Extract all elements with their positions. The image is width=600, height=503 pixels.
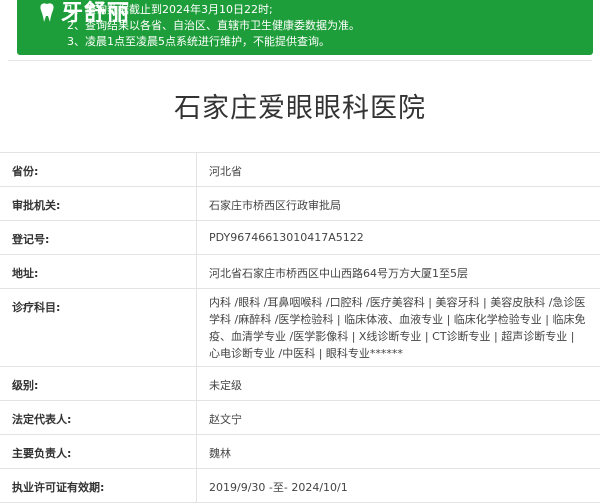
notice-line: 1、查询数据截止到2024年3月10日22时; [67, 3, 273, 16]
field-value-legal-rep: 赵文宁 [196, 401, 600, 434]
field-label-province: 省份: [12, 165, 39, 178]
info-table: 省份: 河北省 审批机关: 石家庄市桥西区行政审批局 登记号: PDY96746… [0, 152, 600, 503]
field-label-authority: 审批机关: [12, 199, 61, 212]
notice-banner: 牙舒丽 1、查询数据截止到2024年3月10日22时; 2、查询结果以各省、自治… [17, 0, 593, 55]
tooth-icon [40, 3, 54, 22]
table-row: 主要负责人: 魏林 [0, 435, 600, 469]
table-row: 地址: 河北省石家庄市桥西区中山西路64号万方大厦1至5层 [0, 255, 600, 289]
field-value-province: 河北省 [196, 153, 600, 186]
field-value-level: 未定级 [196, 367, 600, 400]
table-row: 省份: 河北省 [0, 153, 600, 187]
field-label-address: 地址: [12, 267, 39, 280]
table-row: 级别: 未定级 [0, 367, 600, 401]
table-row: 诊疗科目: 内科 /眼科 /耳鼻咽喉科 /口腔科 /医疗美容科 | 美容牙科 |… [0, 289, 600, 367]
field-label-principal: 主要负责人: [12, 447, 72, 460]
notice-line: 2、查询结果以各省、自治区、直辖市卫生健康委数据为准。 [67, 19, 360, 32]
field-value-principal: 魏林 [196, 435, 600, 468]
table-row: 执业许可证有效期: 2019/9/30 -至- 2024/10/1 [0, 469, 600, 503]
field-label-license-validity: 执业许可证有效期: [12, 481, 105, 494]
field-value-authority: 石家庄市桥西区行政审批局 [196, 187, 600, 220]
field-value-departments: 内科 /眼科 /耳鼻咽喉科 /口腔科 /医疗美容科 | 美容牙科 | 美容皮肤科… [196, 289, 600, 366]
brand-logo: 牙舒丽 [39, 2, 130, 24]
notice-line: 3、凌晨1点至凌晨5点系统进行维护，不能提供查询。 [67, 35, 330, 48]
page-title: 石家庄爱眼眼科医院 [174, 93, 426, 124]
field-label-level: 级别: [12, 379, 39, 392]
field-value-registration: PDY96746613010417A5122 [196, 221, 600, 254]
field-value-license-validity: 2019/9/30 -至- 2024/10/1 [196, 469, 600, 502]
table-row: 登记号: PDY96746613010417A5122 [0, 221, 600, 255]
field-label-registration: 登记号: [12, 233, 50, 246]
field-label-departments: 诊疗科目: [12, 301, 61, 314]
field-label-legal-rep: 法定代表人: [12, 413, 72, 426]
table-row: 法定代表人: 赵文宁 [0, 401, 600, 435]
field-value-address: 河北省石家庄市桥西区中山西路64号万方大厦1至5层 [196, 255, 600, 288]
logo-text: 牙舒丽 [61, 0, 131, 26]
divider [8, 60, 592, 61]
table-row: 审批机关: 石家庄市桥西区行政审批局 [0, 187, 600, 221]
